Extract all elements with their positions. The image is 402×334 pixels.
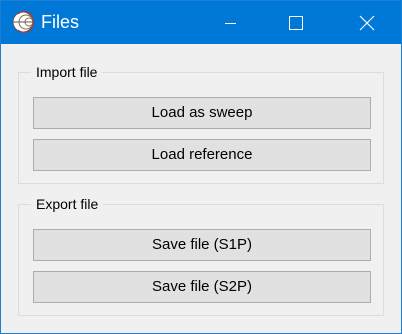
export-file-group: Export file Save file (S1P) Save file (S…: [18, 195, 384, 316]
import-file-legend: Import file: [31, 63, 103, 81]
save-s1p-button[interactable]: Save file (S1P): [33, 229, 371, 261]
files-window: Files Import file Load as sweep Load ref…: [0, 0, 402, 334]
close-button[interactable]: [343, 1, 389, 44]
load-reference-button[interactable]: Load reference: [33, 139, 371, 171]
close-icon: [359, 15, 375, 31]
window-title: Files: [41, 12, 80, 32]
load-as-sweep-button[interactable]: Load as sweep: [33, 97, 371, 129]
export-file-legend: Export file: [31, 195, 104, 213]
minimize-icon: [225, 23, 236, 24]
maximize-icon: [289, 16, 303, 30]
maximize-button[interactable]: [273, 1, 319, 44]
smith-chart-icon: [12, 11, 34, 33]
minimize-button[interactable]: [207, 1, 253, 44]
save-s2p-button[interactable]: Save file (S2P): [33, 271, 371, 303]
title-bar[interactable]: Files: [1, 1, 401, 44]
import-file-group: Import file Load as sweep Load reference: [18, 63, 384, 184]
